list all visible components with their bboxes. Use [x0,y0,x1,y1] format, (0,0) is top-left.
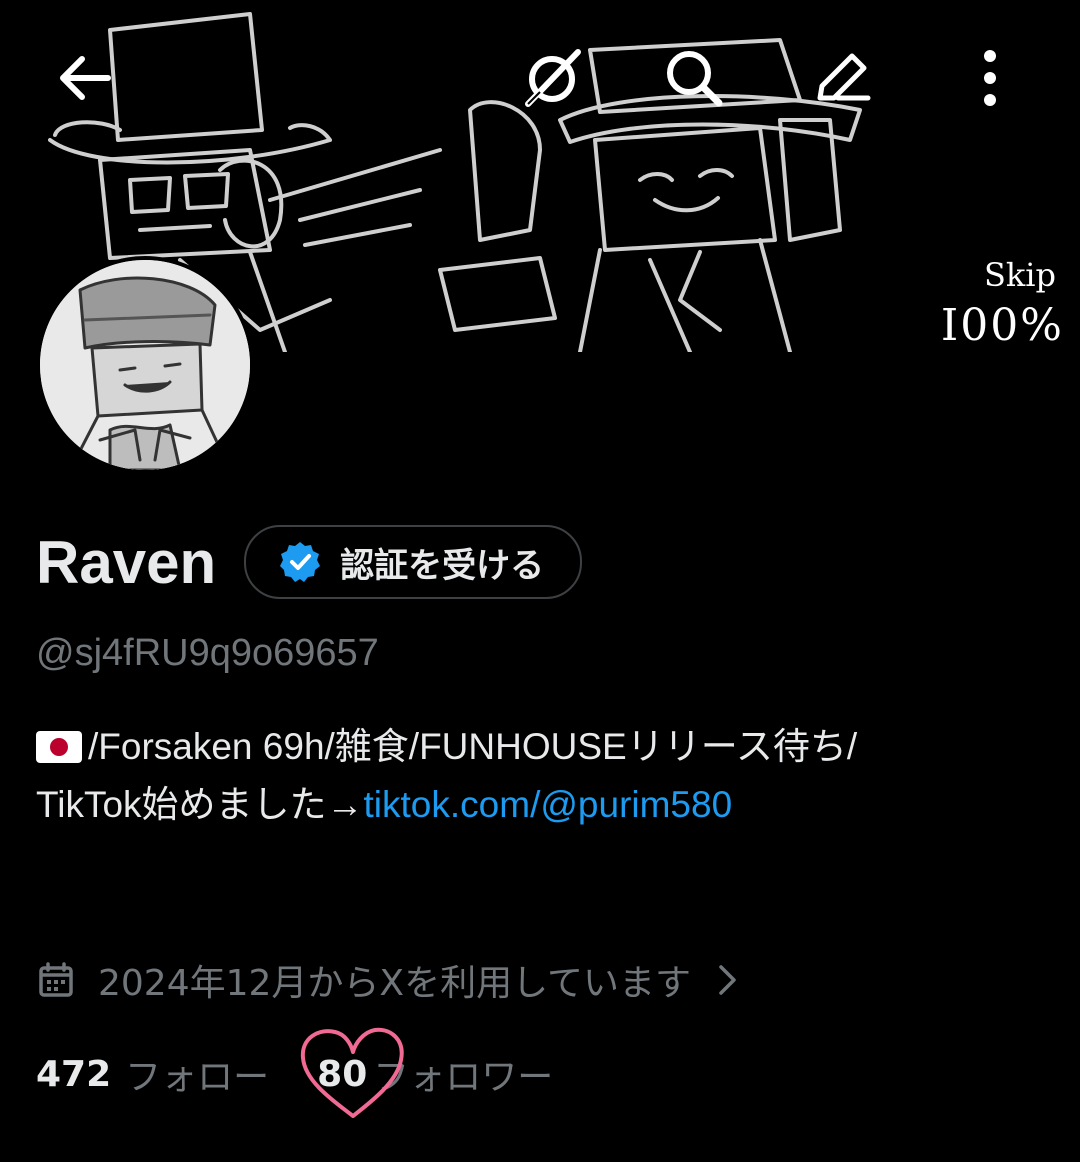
followers-label: フォロワー [373,1057,554,1098]
more-button[interactable] [948,36,1032,120]
bio-text-2: TikTok始めました→ [36,784,364,825]
joined-date-text: 2024年12月からXを利用しています [98,963,692,1004]
grok-icon [525,49,581,107]
followers-count: 80 [317,1053,368,1095]
skip-label: Skip [983,256,1056,294]
handle: @sj4fRU9q9o69657 [36,632,379,674]
verified-badge-icon [280,542,321,582]
joined-date-row[interactable]: 2024年12月からXを利用しています [38,948,739,1012]
skip-percent: I00% [940,300,1064,351]
following-label: フォロー [125,1057,270,1098]
arrow-left-icon [60,56,111,100]
chevron-right-icon [719,965,736,995]
avatar-sketch-image [40,260,250,470]
calendar-icon [39,962,73,997]
follow-stats: 472 フォロー 80 フォロワー [36,1027,554,1118]
more-vertical-icon [984,50,996,106]
get-verified-button[interactable]: 認証を受ける [244,525,583,599]
back-button[interactable] [42,36,126,120]
following-count: 472 [36,1053,112,1095]
get-verified-label: 認証を受ける [340,545,545,586]
bio-text-1: /Forsaken 69h/雑食/FUNHOUSEリリース待ち/ [88,726,858,767]
avatar[interactable] [36,256,254,474]
bio: /Forsaken 69h/雑食/FUNHOUSEリリース待ち/ TikTok始… [36,718,1056,834]
bio-line-2: TikTok始めました→tiktok.com/@purim580 [36,776,1056,834]
edit-button[interactable] [798,36,882,120]
name-row: Raven 認証を受ける [36,518,583,606]
search-icon [667,51,723,107]
following-link[interactable]: 472 フォロー [36,1048,269,1100]
display-name: Raven [36,528,217,596]
grok-button[interactable] [510,36,594,120]
bio-link[interactable]: tiktok.com/@purim580 [364,784,733,825]
followers-link[interactable]: 80 フォロワー [301,1027,554,1118]
bio-line-1: /Forsaken 69h/雑食/FUNHOUSEリリース待ち/ [36,718,1056,776]
japan-flag-icon [36,731,82,763]
search-button[interactable] [652,36,736,120]
edit-icon [817,53,871,101]
